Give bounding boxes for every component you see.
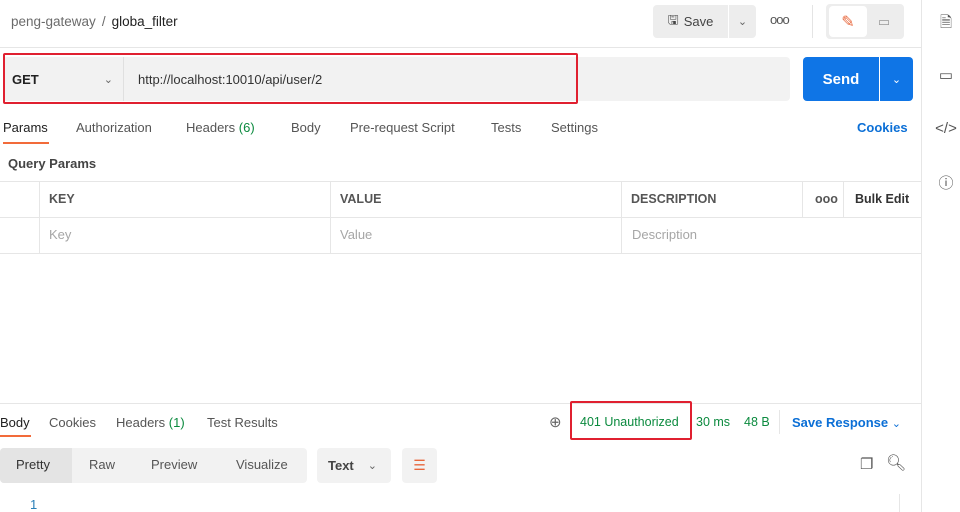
response-tab-headers[interactable]: Headers (1) [116,415,185,430]
divider [0,253,921,254]
more-options-button[interactable]: ooo [770,12,790,27]
save-icon: 🖫 [667,11,679,27]
view-preview[interactable]: Preview [151,457,197,472]
info-icon[interactable]: ⓘ [932,172,960,193]
column-value: VALUE [340,192,382,206]
tab-tests[interactable]: Tests [491,120,521,135]
bulk-edit-button[interactable]: Bulk Edit [855,192,909,206]
documentation-icon[interactable]: 🗎 [932,12,960,37]
tab-body[interactable]: Body [291,120,321,135]
wrap-lines-icon[interactable]: ☰ [402,448,437,483]
response-time[interactable]: 30 ms [696,415,730,429]
globe-icon[interactable]: ⊕ [549,413,562,431]
copy-icon[interactable]: ❐ [860,455,873,473]
key-input[interactable]: Key [49,227,71,242]
divider [843,181,844,217]
view-visualize[interactable]: Visualize [236,457,288,472]
tab-params[interactable]: Params [3,120,48,135]
column-options-button[interactable]: ooo [815,192,838,206]
cookies-link[interactable]: Cookies [857,120,908,135]
breadcrumb: peng-gateway / globa_filter [11,14,178,29]
send-dropdown-button[interactable]: ⌄ [880,57,913,101]
divider [779,410,780,434]
query-params-title: Query Params [8,156,97,171]
edit-pencil-icon[interactable]: ✎ [829,6,867,37]
response-tab-cookies[interactable]: Cookies [49,415,96,430]
search-icon[interactable]: 🔍︎ [886,453,906,473]
active-tab-indicator [0,435,31,437]
highlight-box [3,53,578,104]
value-input[interactable]: Value [340,227,372,242]
highlight-box [570,401,692,440]
response-size[interactable]: 48 B [744,415,770,429]
breadcrumb-collection[interactable]: peng-gateway [11,14,96,29]
response-tab-test-results[interactable]: Test Results [207,415,278,430]
divider [802,181,803,217]
tab-settings[interactable]: Settings [551,120,598,135]
tab-authorization[interactable]: Authorization [76,120,152,135]
column-key: KEY [49,192,75,206]
save-dropdown-button[interactable]: ⌄ [729,5,756,38]
comments-icon[interactable]: ▭ [932,66,960,84]
save-response-button[interactable]: Save Response ⌄ [792,415,901,430]
tab-pre-request-script[interactable]: Pre-request Script [350,120,455,135]
view-raw[interactable]: Raw [89,457,115,472]
right-sidebar-border [921,0,922,512]
breadcrumb-request[interactable]: globa_filter [112,14,178,29]
breadcrumb-separator: / [101,14,106,29]
divider [0,181,921,182]
view-pretty[interactable]: Pretty [16,457,50,472]
divider [812,5,813,38]
comment-icon[interactable]: ▭ [870,8,898,35]
save-button[interactable]: 🖫 Save [653,5,728,38]
line-number: 1 [30,497,38,512]
divider [0,47,921,48]
format-select[interactable]: Text ⌄ [317,448,391,483]
code-icon[interactable]: </> [932,120,960,137]
divider [330,181,331,253]
divider [621,181,622,253]
divider [39,181,40,253]
save-label: Save [683,14,714,29]
column-description: DESCRIPTION [631,192,717,206]
send-button[interactable]: Send [803,57,879,101]
divider [0,403,921,404]
divider [0,217,921,218]
editor-scrollbar[interactable] [899,494,900,512]
active-tab-indicator [3,142,49,144]
description-input[interactable]: Description [632,227,697,242]
chevron-down-icon: ⌄ [367,460,377,472]
response-tab-body[interactable]: Body [0,415,30,430]
tab-headers[interactable]: Headers (6) [186,120,255,135]
